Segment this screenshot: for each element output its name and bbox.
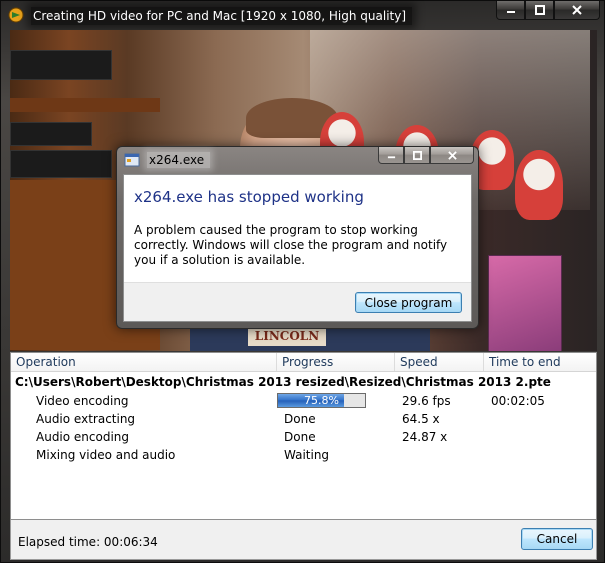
- video-encoding-progress-bar: 75.8%: [277, 393, 366, 408]
- preview-device: [10, 122, 92, 146]
- progress-status: Done: [284, 412, 316, 426]
- minimize-button[interactable]: [496, 1, 525, 20]
- preview-shelf: [10, 98, 160, 112]
- speed-value: 29.6 fps: [402, 394, 451, 408]
- operation-name: Mixing video and audio: [36, 448, 176, 462]
- column-header-speed[interactable]: Speed: [395, 353, 484, 371]
- progress-status: Waiting: [284, 448, 330, 462]
- close-program-button[interactable]: Close program: [355, 292, 462, 313]
- table-row[interactable]: Mixing video and audio Waiting: [11, 446, 596, 464]
- dialog-maximize-button[interactable]: [404, 147, 430, 164]
- preview-toy-box: [488, 255, 562, 351]
- status-bar: Elapsed time: 00:06:34 Cancel: [10, 520, 597, 560]
- maximize-icon: [412, 150, 422, 160]
- dialog-caption-buttons: [378, 147, 474, 164]
- column-header-operation[interactable]: Operation: [11, 353, 277, 371]
- dialog-footer: Close program: [124, 282, 471, 321]
- progress-percent: 75.8%: [304, 394, 339, 407]
- time-to-end-value: 00:02:05: [491, 394, 545, 408]
- operation-name: Video encoding: [36, 394, 129, 408]
- maximize-icon: [534, 5, 545, 15]
- dialog-message: A problem caused the program to stop wor…: [134, 223, 448, 267]
- column-header-time-to-end[interactable]: Time to end: [484, 353, 596, 371]
- table-row[interactable]: Video encoding 75.8% 29.6 fps 00:02:05: [11, 392, 596, 410]
- dialog-title: x264.exe: [147, 152, 211, 168]
- column-header-progress[interactable]: Progress: [277, 353, 395, 371]
- dialog-minimize-button[interactable]: [378, 147, 404, 164]
- table-row[interactable]: Audio encoding Done 24.87 x: [11, 428, 596, 446]
- maximize-button[interactable]: [525, 1, 554, 20]
- progress-status: Done: [284, 430, 316, 444]
- title-bar[interactable]: Creating HD video for PC and Mac [1920 x…: [1, 1, 604, 29]
- project-path: C:\Users\Robert\Desktop\Christmas 2013 r…: [15, 375, 551, 389]
- cancel-button[interactable]: Cancel: [521, 528, 593, 550]
- speed-value: 64.5 x: [402, 412, 440, 426]
- main-window: Creating HD video for PC and Mac [1920 x…: [0, 0, 605, 563]
- table-row[interactable]: Audio extracting Done 64.5 x: [11, 410, 596, 428]
- preview-device: [10, 50, 112, 80]
- minimize-icon: [387, 155, 395, 158]
- speed-value: 24.87 x: [402, 430, 448, 444]
- caption-buttons: [496, 1, 600, 21]
- dialog-heading: x264.exe has stopped working: [134, 188, 364, 206]
- progress-table: Operation Progress Speed Time to end C:\…: [10, 352, 597, 520]
- close-icon: [447, 150, 457, 160]
- preview-sign: LINCOLN LO: [248, 326, 326, 346]
- close-icon: [572, 5, 582, 15]
- elapsed-time: Elapsed time: 00:06:34: [18, 535, 158, 549]
- operation-name: Audio encoding: [36, 430, 130, 444]
- preview-device: [10, 150, 112, 178]
- window-title: Creating HD video for PC and Mac [1920 x…: [31, 7, 413, 25]
- dialog-content: x264.exe has stopped working A problem c…: [123, 174, 472, 322]
- exe-program-icon: [124, 152, 140, 168]
- close-button[interactable]: [554, 1, 600, 20]
- preview-santa-figure: [515, 150, 563, 220]
- minimize-icon: [506, 11, 515, 13]
- operation-name: Audio extracting: [36, 412, 136, 426]
- pte-app-icon: [8, 7, 24, 23]
- error-dialog: x264.exe x264.exe has stopped working A …: [116, 146, 479, 329]
- table-header: Operation Progress Speed Time to end: [11, 353, 596, 372]
- dialog-close-button[interactable]: [430, 147, 474, 164]
